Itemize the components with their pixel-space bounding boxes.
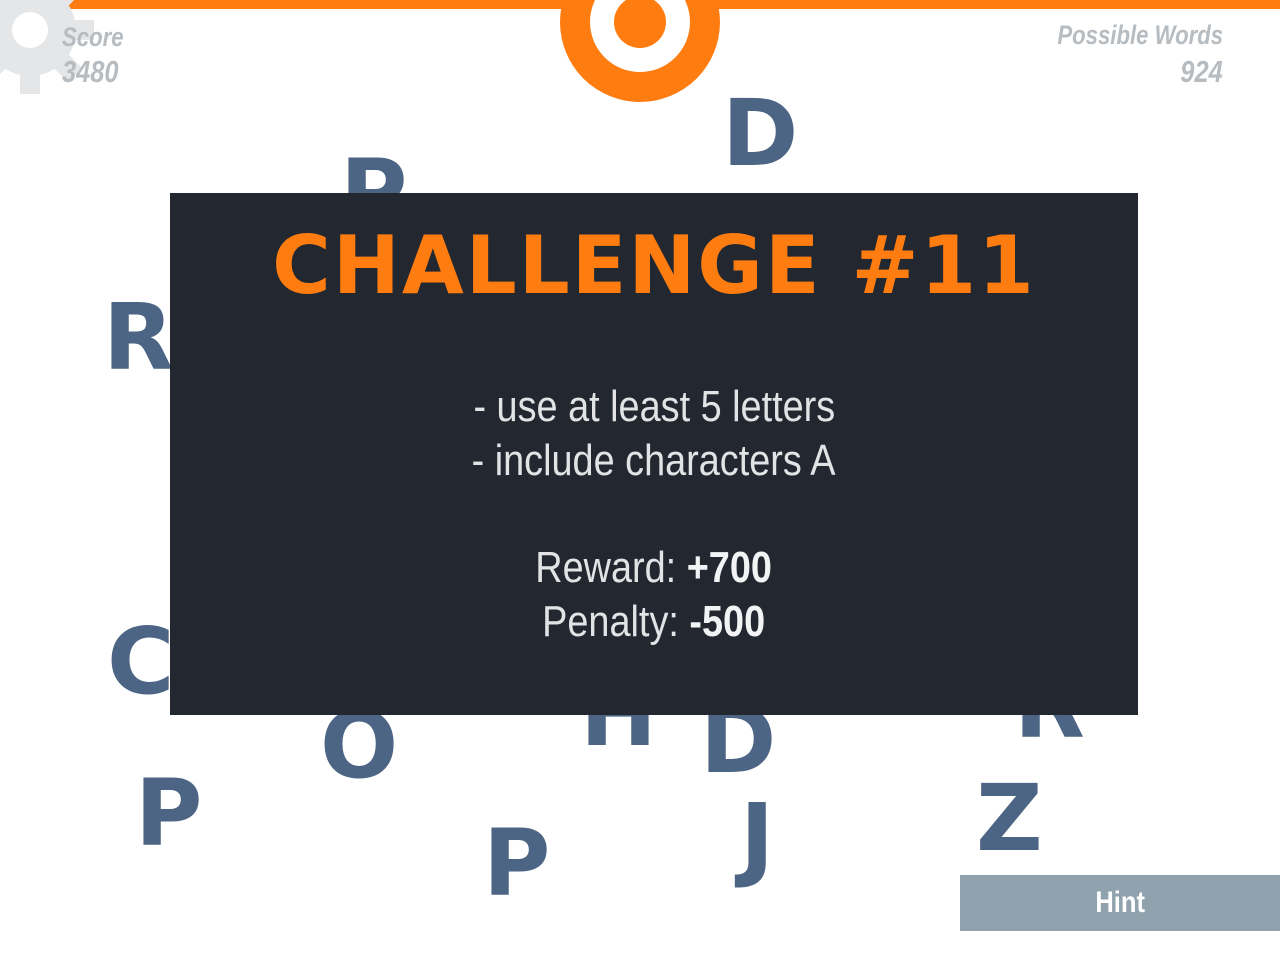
requirement-min-letters-text: - use at least 5 letters	[473, 382, 835, 431]
letter-tile[interactable]: R	[103, 292, 174, 384]
reward-line: Reward: +700	[170, 546, 1138, 590]
target-icon[interactable]	[558, 0, 722, 104]
letter-tile[interactable]: P	[135, 768, 202, 860]
score-value: 3480	[62, 54, 119, 89]
possible-words-label: Possible Words	[1057, 20, 1223, 50]
requirement-min-letters: - use at least 5 letters	[170, 385, 1138, 429]
challenge-modal[interactable]: CHALLENGE #11 - use at least 5 letters -…	[170, 193, 1138, 715]
requirement-include-characters-text: - include characters A	[472, 436, 836, 485]
possible-words-value: 924	[1180, 54, 1223, 89]
letter-tile[interactable]: D	[722, 88, 798, 180]
penalty-line: Penalty: -500	[170, 600, 1138, 644]
letter-tile[interactable]: J	[740, 792, 774, 884]
penalty-label: Penalty:	[542, 597, 690, 646]
reward-value: +700	[687, 543, 773, 592]
challenge-title: CHALLENGE #11	[272, 219, 1036, 312]
letter-tile[interactable]: Z	[976, 773, 1043, 865]
score-label: Score	[62, 22, 124, 52]
letter-tile[interactable]: C	[107, 616, 175, 708]
hint-button-label: Hint	[1095, 886, 1145, 919]
reward-label: Reward:	[535, 543, 688, 592]
penalty-value: -500	[689, 597, 766, 646]
letter-tile[interactable]: P	[483, 818, 550, 910]
hint-button[interactable]: Hint	[960, 875, 1280, 931]
requirement-include-characters: - include characters A	[170, 439, 1138, 483]
